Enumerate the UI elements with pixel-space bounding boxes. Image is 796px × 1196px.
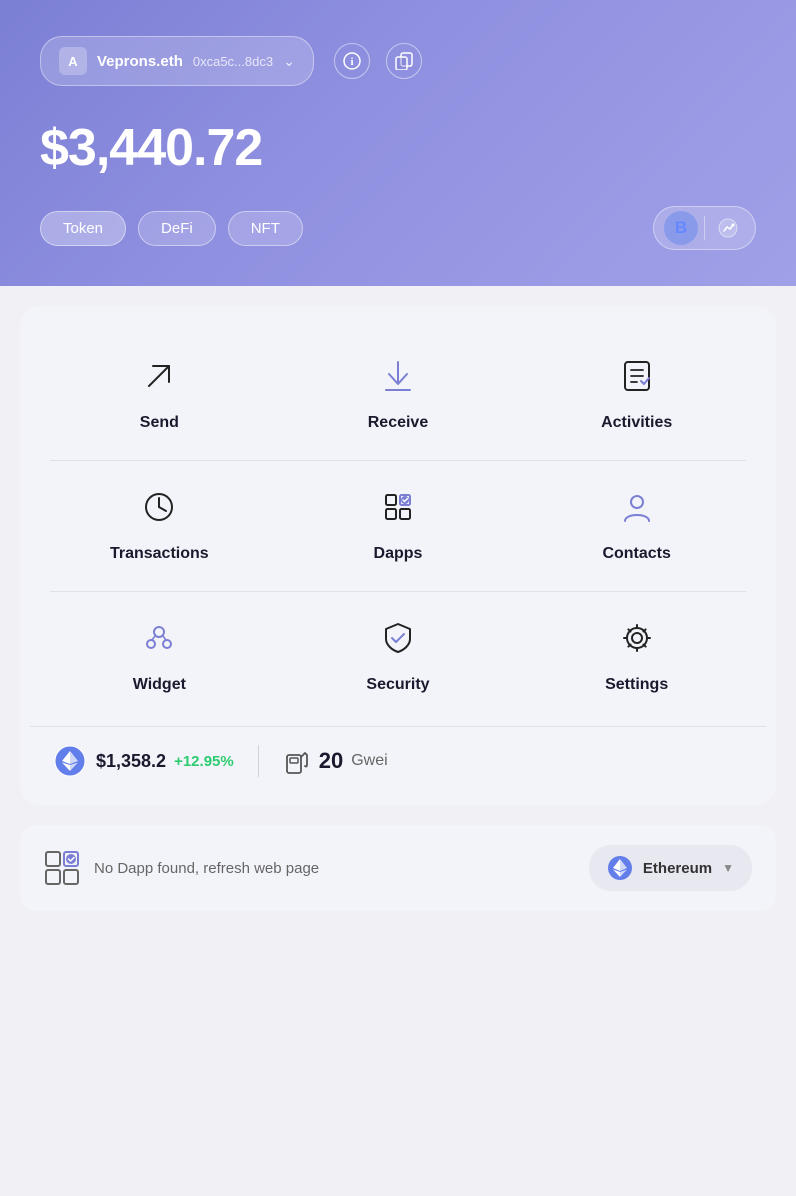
action-activities[interactable]: Activities xyxy=(517,330,756,460)
eth-price-section: $1,358.2 +12.95% xyxy=(54,745,234,777)
tab-defi[interactable]: DeFi xyxy=(138,211,216,246)
actions-grid-row3: Widget Security Settings xyxy=(30,592,766,722)
svg-text:i: i xyxy=(350,56,353,68)
tab-row: Token DeFi NFT B xyxy=(40,206,756,250)
security-icon xyxy=(372,612,424,664)
ticker-divider xyxy=(258,745,259,777)
action-receive[interactable]: Receive xyxy=(279,330,518,460)
security-label: Security xyxy=(366,676,429,694)
action-widget[interactable]: Widget xyxy=(40,592,279,722)
gas-section: 20 Gwei xyxy=(283,747,388,775)
send-icon xyxy=(133,350,185,402)
hero-section: A Veprons.eth 0xca5c...8dc3 ⌄ i $3,440.7… xyxy=(0,0,796,286)
info-icon: i xyxy=(343,52,361,70)
gas-amount: 20 xyxy=(319,748,343,774)
activities-icon xyxy=(611,350,663,402)
dropdown-arrow-icon: ▼ xyxy=(722,861,734,875)
eth-logo xyxy=(54,745,86,777)
info-button[interactable]: i xyxy=(334,43,370,79)
settings-label: Settings xyxy=(605,676,668,694)
action-dapps[interactable]: Dapps xyxy=(279,461,518,591)
ethereum-selector[interactable]: Ethereum ▼ xyxy=(589,845,752,891)
action-security[interactable]: Security xyxy=(279,592,518,722)
dapps-icon xyxy=(372,481,424,533)
ethereum-logo xyxy=(607,855,633,881)
gas-pump-icon xyxy=(283,747,311,775)
send-label: Send xyxy=(140,414,179,432)
gas-unit: Gwei xyxy=(351,752,387,770)
balance-display: $3,440.72 xyxy=(40,118,756,178)
wallet-address: 0xca5c...8dc3 xyxy=(193,54,273,69)
copy-icon xyxy=(395,52,413,70)
tab-buttons: Token DeFi NFT xyxy=(40,211,303,246)
ticker-row: $1,358.2 +12.95% 20 Gwei xyxy=(30,726,766,795)
partner-b-icon[interactable]: B xyxy=(664,211,698,245)
contacts-icon xyxy=(611,481,663,533)
partner-chart-icon[interactable] xyxy=(711,211,745,245)
dapp-icon xyxy=(44,850,80,886)
activities-label: Activities xyxy=(601,414,672,432)
address-pill[interactable]: A Veprons.eth 0xca5c...8dc3 ⌄ xyxy=(40,36,314,86)
dapps-label: Dapps xyxy=(374,545,423,563)
receive-label: Receive xyxy=(368,414,429,432)
transactions-label: Transactions xyxy=(110,545,209,563)
copy-button[interactable] xyxy=(386,43,422,79)
dapps-bar-icon xyxy=(44,850,80,886)
dapp-message: No Dapp found, refresh web page xyxy=(94,860,319,877)
tab-token[interactable]: Token xyxy=(40,211,126,246)
ethereum-network-label: Ethereum xyxy=(643,860,712,877)
action-contacts[interactable]: Contacts xyxy=(517,461,756,591)
header-actions: i xyxy=(334,43,422,79)
eth-change: +12.95% xyxy=(174,753,234,770)
partner-divider xyxy=(704,216,705,240)
partner-icons: B xyxy=(653,206,756,250)
widget-icon xyxy=(133,612,185,664)
tab-nft[interactable]: NFT xyxy=(228,211,303,246)
action-transactions[interactable]: Transactions xyxy=(40,461,279,591)
avatar: A xyxy=(59,47,87,75)
settings-icon xyxy=(611,612,663,664)
actions-grid: Send Receive A xyxy=(30,330,766,460)
dapp-bar: No Dapp found, refresh web page Ethereum… xyxy=(20,825,776,911)
actions-grid-row2: Transactions Dapps xyxy=(30,461,766,591)
contacts-label: Contacts xyxy=(602,545,670,563)
address-bar: A Veprons.eth 0xca5c...8dc3 ⌄ i xyxy=(40,36,756,86)
eth-price: $1,358.2 xyxy=(96,751,166,772)
transactions-icon xyxy=(133,481,185,533)
widget-label: Widget xyxy=(133,676,186,694)
wallet-name: Veprons.eth xyxy=(97,53,183,70)
action-send[interactable]: Send xyxy=(40,330,279,460)
chevron-down-icon: ⌄ xyxy=(283,53,295,70)
dapp-left: No Dapp found, refresh web page xyxy=(44,850,319,886)
receive-icon xyxy=(372,350,424,402)
action-settings[interactable]: Settings xyxy=(517,592,756,722)
main-card: Send Receive A xyxy=(20,306,776,805)
